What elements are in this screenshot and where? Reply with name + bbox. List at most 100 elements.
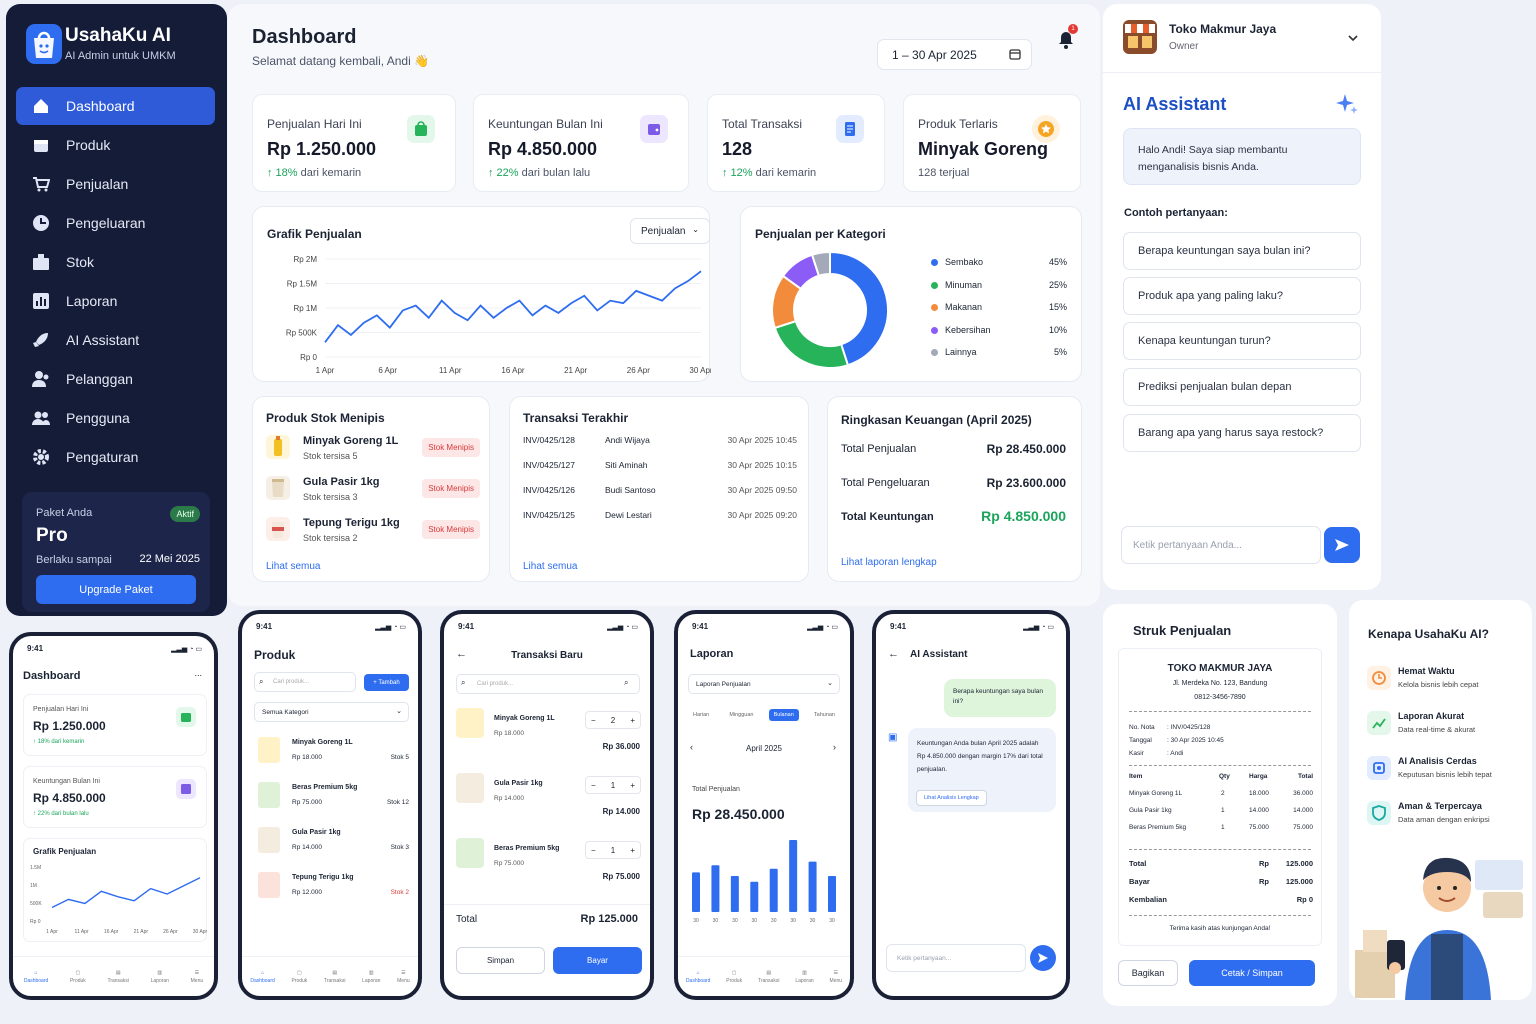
wallet-icon xyxy=(176,779,196,799)
stat-delta-text: dari kemarin xyxy=(755,167,817,179)
txn-id: INV/0425/126 xyxy=(523,485,575,495)
nav-dashboard[interactable]: ⌂ Dashboard xyxy=(686,970,710,984)
sidebar-item-pengguna[interactable]: Pengguna xyxy=(16,399,215,437)
transactions-see-all-link[interactable]: Lihat semua xyxy=(523,561,577,572)
nav-laporan[interactable]: ▥ Laporan xyxy=(795,970,813,984)
y-tick-label: 500K xyxy=(30,901,42,907)
sidebar-item-pengeluaran[interactable]: Pengeluaran xyxy=(16,204,215,242)
list-item[interactable]: Gula Pasir 1kg Stok tersisa 3 Stok Menip… xyxy=(266,472,480,513)
product-name: Tepung Terigu 1kg xyxy=(292,874,354,881)
plus-icon[interactable]: + xyxy=(630,846,635,855)
share-button[interactable]: Bagikan xyxy=(1118,960,1178,986)
minus-icon[interactable]: − xyxy=(591,846,596,855)
plus-icon[interactable]: + xyxy=(630,781,635,790)
nav-produk[interactable]: ▢ Produk xyxy=(70,970,86,984)
total-value: 125.000 xyxy=(1285,877,1313,886)
pay-button[interactable]: Bayar xyxy=(553,947,642,974)
full-report-link[interactable]: Lihat laporan lengkap xyxy=(841,557,937,568)
list-item[interactable]: Minyak Goreng 1L Stok tersisa 5 Stok Men… xyxy=(266,431,480,472)
nav-label: Dashboard xyxy=(685,977,711,984)
add-product-button[interactable]: + Tambah xyxy=(364,674,409,691)
list-item[interactable]: Gula Pasir 1kg Rp 14.000 Stok 3 xyxy=(254,822,409,867)
tab-mingguan[interactable]: Mingguan xyxy=(724,709,758,721)
category-filter-select[interactable]: Semua Kategori ⌄ xyxy=(254,702,409,722)
legend-dot xyxy=(931,326,938,334)
nav-menu[interactable]: ☰ Menu xyxy=(397,970,410,984)
low-stock-see-all-link[interactable]: Lihat semua xyxy=(266,561,320,572)
list-item[interactable]: Tepung Terigu 1kg Stok tersisa 2 Stok Me… xyxy=(266,513,480,554)
quantity-stepper[interactable]: − 1 + xyxy=(585,841,641,859)
chat-input[interactable]: Ketik pertanyaan... xyxy=(886,944,1026,972)
send-button[interactable] xyxy=(1030,945,1056,971)
nav-laporan[interactable]: ▥ Laporan xyxy=(362,970,380,984)
nav-produk[interactable]: ▢ Produk xyxy=(291,970,307,984)
stat-delta-text: dari bulan lalu xyxy=(521,167,591,179)
legend-value: 45% xyxy=(1048,257,1067,267)
nav-menu[interactable]: ☰ Menu xyxy=(191,970,204,984)
nav-dashboard[interactable]: ⌂ Dashboard xyxy=(24,970,48,984)
sidebar-item-pengaturan[interactable]: Pengaturan xyxy=(16,438,215,476)
see-analysis-button[interactable]: Lihat Analisis Lengkap xyxy=(916,790,987,806)
nav-laporan[interactable]: ▥ Laporan xyxy=(151,970,169,984)
nav-transaksi[interactable]: ▤ Transaksi xyxy=(758,970,780,984)
table-row[interactable]: INV/0425/125 Dewi Lestari 30 Apr 2025 09:2… xyxy=(523,510,797,535)
example-question-button[interactable]: Berapa keuntungan saya bulan ini? xyxy=(1123,232,1361,270)
tab-tahunan[interactable]: Tahunan xyxy=(809,709,840,721)
example-question-button[interactable]: Kenapa keuntungan turun? xyxy=(1123,322,1361,360)
product-stock: Stok 12 xyxy=(386,799,409,806)
quantity-stepper[interactable]: − 1 + xyxy=(585,776,641,794)
minus-icon[interactable]: − xyxy=(591,716,596,725)
tab-bulanan[interactable]: Bulanan xyxy=(768,709,799,721)
meta-key: No. Nota xyxy=(1129,724,1155,731)
month-label: April 2025 xyxy=(745,744,783,753)
sidebar-item-stok[interactable]: Stok xyxy=(16,243,215,281)
legend-label: Kebersihan xyxy=(945,324,991,335)
upgrade-button[interactable]: Upgrade Paket xyxy=(36,575,196,604)
send-button[interactable] xyxy=(1324,527,1360,563)
chevron-down-icon[interactable] xyxy=(1347,30,1359,48)
date-range-picker[interactable]: 1 – 30 Apr 2025 xyxy=(877,39,1032,70)
nav-transaksi[interactable]: ▤ Transaksi xyxy=(324,970,346,984)
report-type-select[interactable]: Laporan Penjualan ⌄ xyxy=(688,674,840,694)
sidebar-item-label: Dashboard xyxy=(66,98,135,114)
sidebar-item-laporan[interactable]: Laporan xyxy=(16,282,215,320)
product-search-input[interactable]: Cari produk... xyxy=(456,674,640,694)
assistant-input[interactable]: Ketik pertanyaan Anda... xyxy=(1121,526,1321,564)
ai-assistant-panel: Toko Makmur Jaya Owner AI Assistant Halo… xyxy=(1103,4,1381,590)
example-question-button[interactable]: Produk apa yang paling laku? xyxy=(1123,277,1361,315)
legend-value: 10% xyxy=(1048,324,1067,335)
nav-transaksi[interactable]: ▤ Transaksi xyxy=(107,970,129,984)
quantity-stepper[interactable]: − 2 + xyxy=(585,711,641,729)
list-item[interactable]: Tepung Terigu 1kg Rp 12.000 Stok 2 xyxy=(254,867,409,912)
chart-type-dropdown[interactable]: Penjualan ⌄ xyxy=(630,218,710,244)
list-item[interactable]: Minyak Goreng 1L Rp 18.000 Stok 5 xyxy=(254,732,409,777)
print-button[interactable]: Cetak / Simpan xyxy=(1189,960,1315,986)
tab-harian[interactable]: Harian xyxy=(688,709,714,721)
example-question-button[interactable]: Barang apa yang harus saya restock? xyxy=(1123,414,1361,452)
product-search-input[interactable]: Cari produk... xyxy=(254,672,356,692)
phone-dashboard: 9:41 ▂▃▅ ◔ ▭ Dashboard ... Penjualan Har… xyxy=(9,632,218,1000)
stat-delta: ↑ 22% dari bulan lalu xyxy=(33,811,89,817)
sidebar-item-dashboard[interactable]: Dashboard xyxy=(16,87,215,125)
sidebar-item-penjualan[interactable]: Penjualan xyxy=(16,165,215,203)
table-row[interactable]: INV/0425/128 Andi Wijaya 30 Apr 2025 10:45 xyxy=(523,435,797,460)
sidebar-item-produk[interactable]: Produk xyxy=(16,126,215,164)
sidebar-item-ai-assistant[interactable]: AI Assistant xyxy=(16,321,215,359)
chevron-right-icon[interactable]: › xyxy=(833,742,836,752)
scan-icon[interactable]: ⌕ xyxy=(624,678,628,688)
nav-dashboard[interactable]: ⌂ Dashboard xyxy=(250,970,274,984)
table-row[interactable]: INV/0425/126 Budi Santoso 30 Apr 2025 09:5… xyxy=(523,485,797,510)
nav-menu[interactable]: ☰ Menu xyxy=(830,970,843,984)
minus-icon[interactable]: − xyxy=(591,781,596,790)
sidebar-item-pelanggan[interactable]: Pelanggan xyxy=(16,360,215,398)
back-arrow-icon[interactable]: ← xyxy=(888,648,899,660)
table-row[interactable]: INV/0425/127 Siti Aminah 30 Apr 2025 10:15 xyxy=(523,460,797,485)
list-item[interactable]: Beras Premium 5kg Rp 75.000 Stok 12 xyxy=(254,777,409,822)
plus-icon[interactable]: + xyxy=(630,716,635,725)
x-tick-label: 11 Apr xyxy=(75,929,89,935)
save-button[interactable]: Simpan xyxy=(456,947,545,974)
more-icon[interactable]: ... xyxy=(194,668,202,678)
example-question-button[interactable]: Prediksi penjualan bulan depan xyxy=(1123,368,1361,406)
receipt-icon: ▤ xyxy=(332,969,338,976)
nav-produk[interactable]: ▢ Produk xyxy=(726,970,742,984)
